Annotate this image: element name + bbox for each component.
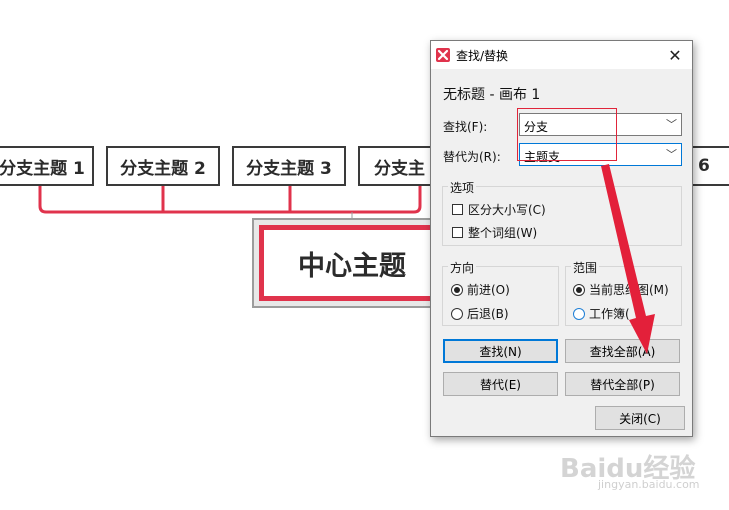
- backward-label: 后退(B): [467, 307, 509, 321]
- radio-button: [573, 307, 585, 320]
- replace-label: 替代为(R):: [443, 150, 501, 164]
- checkbox-box: [452, 227, 463, 238]
- document-title: 无标题 - 画布 1: [443, 87, 541, 103]
- app-logo-icon: [436, 48, 450, 62]
- workbook-radio[interactable]: 工作簿(: [573, 305, 630, 322]
- direction-title: 方向: [448, 259, 477, 276]
- dialog-title: 查找/替换: [456, 49, 509, 63]
- find-replace-dialog: 查找/替换 ✕ 无标题 - 画布 1 查找(F): 分支 ﹀ 替代为(R): 主…: [430, 40, 693, 437]
- branch-topic-2[interactable]: 分支主题 2: [106, 146, 220, 186]
- close-button[interactable]: 关闭(C): [595, 406, 685, 430]
- dialog-titlebar[interactable]: 查找/替换 ✕: [431, 41, 692, 69]
- highlight-box: [517, 108, 617, 161]
- radio-button: [573, 283, 585, 296]
- branch-topic-1[interactable]: 分支主题 1: [0, 146, 94, 186]
- replace-button[interactable]: 替代(E): [443, 372, 558, 396]
- checkbox-box: [452, 204, 463, 215]
- scope-title: 范围: [571, 259, 600, 276]
- close-icon[interactable]: ✕: [664, 44, 686, 66]
- chevron-down-icon[interactable]: ﹀: [666, 146, 677, 162]
- current-map-label: 当前思维图(M): [589, 283, 669, 297]
- find-label: 查找(F):: [443, 120, 488, 134]
- find-button[interactable]: 查找(N): [443, 339, 558, 363]
- radio-button: [451, 307, 463, 320]
- options-title: 选项: [448, 179, 477, 196]
- watermark-url: jingyan.baidu.com: [598, 478, 700, 491]
- find-all-button[interactable]: 查找全部(A): [565, 339, 680, 363]
- match-case-label: 区分大小写(C): [468, 203, 546, 217]
- chevron-down-icon[interactable]: ﹀: [666, 116, 677, 132]
- whole-word-checkbox[interactable]: 整个词组(W): [452, 224, 537, 241]
- forward-label: 前进(O): [467, 283, 510, 297]
- workbook-label: 工作簿(: [589, 307, 630, 321]
- radio-button: [451, 283, 463, 296]
- replace-all-button[interactable]: 替代全部(P): [565, 372, 680, 396]
- central-topic-label: 中心主题: [259, 225, 445, 301]
- branch-topic-3[interactable]: 分支主题 3: [232, 146, 346, 186]
- match-case-checkbox[interactable]: 区分大小写(C): [452, 201, 546, 218]
- current-map-radio[interactable]: 当前思维图(M): [573, 281, 669, 298]
- whole-word-label: 整个词组(W): [468, 226, 538, 240]
- branch-topic-6[interactable]: 6: [690, 146, 729, 186]
- backward-radio[interactable]: 后退(B): [451, 305, 509, 322]
- branch-topic-4[interactable]: 分支主: [358, 146, 438, 186]
- forward-radio[interactable]: 前进(O): [451, 281, 510, 298]
- central-topic[interactable]: 中心主题: [252, 218, 452, 308]
